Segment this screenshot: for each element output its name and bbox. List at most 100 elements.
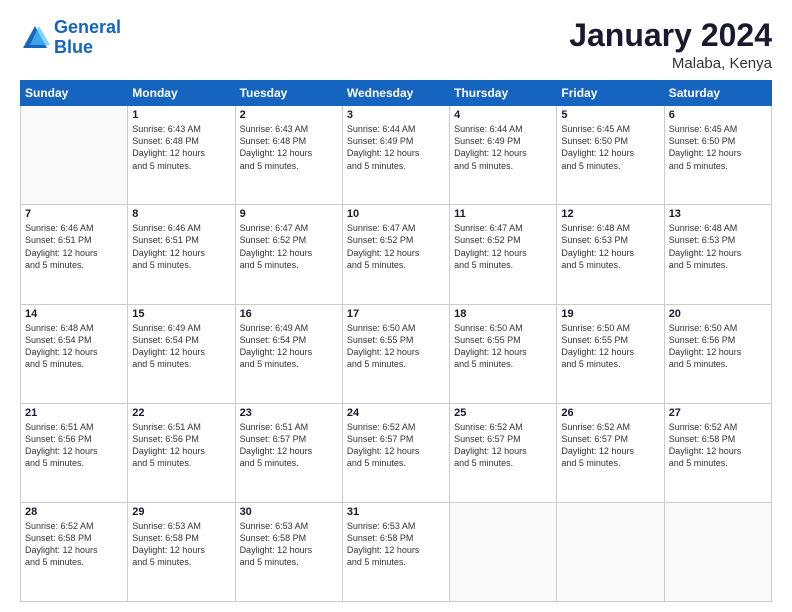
day-info: Sunrise: 6:46 AM Sunset: 6:51 PM Dayligh… [132,222,230,271]
table-row: 9 Sunrise: 6:47 AM Sunset: 6:52 PM Daylig… [235,205,342,304]
table-row: 21 Sunrise: 6:51 AM Sunset: 6:56 PM Dayli… [21,403,128,502]
day-number: 14 [25,308,123,320]
calendar-week-row: 28Sunrise: 6:52 AM Sunset: 6:58 PM Dayli… [21,502,772,601]
table-row: 12Sunrise: 6:48 AM Sunset: 6:53 PM Dayli… [557,205,664,304]
day-number: 23 [240,407,338,419]
day-number: 10 [347,208,445,220]
day-number: 1 [132,109,230,121]
day-info: Sunrise: 6:49 AM Sunset: 6:54 PM Dayligh… [132,322,230,371]
calendar-week-row: 1 Sunrise: 6:43 AM Sunset: 6:48 PM Daylig… [21,106,772,205]
table-row: 11 Sunrise: 6:47 AM Sunset: 6:52 PM Dayli… [450,205,557,304]
title-block: January 2024 Malaba, Kenya [569,18,772,72]
table-row: 8 Sunrise: 6:46 AM Sunset: 6:51 PM Daylig… [128,205,235,304]
day-info: Sunrise: 6:50 AM Sunset: 6:55 PM Dayligh… [561,322,659,371]
table-row: 17Sunrise: 6:50 AM Sunset: 6:55 PM Dayli… [342,304,449,403]
day-info: Sunrise: 6:51 AM Sunset: 6:56 PM Dayligh… [132,421,230,470]
day-number: 5 [561,109,659,121]
table-row [450,502,557,601]
day-info: Sunrise: 6:52 AM Sunset: 6:57 PM Dayligh… [347,421,445,470]
day-number: 8 [132,208,230,220]
day-number: 28 [25,506,123,518]
table-row: 3 Sunrise: 6:44 AM Sunset: 6:49 PM Daylig… [342,106,449,205]
calendar-table: Sunday Monday Tuesday Wednesday Thursday… [20,80,772,602]
logo-text: General Blue [54,18,121,58]
table-row: 14Sunrise: 6:48 AM Sunset: 6:54 PM Dayli… [21,304,128,403]
day-info: Sunrise: 6:44 AM Sunset: 6:49 PM Dayligh… [347,123,445,172]
day-number: 15 [132,308,230,320]
day-info: Sunrise: 6:43 AM Sunset: 6:48 PM Dayligh… [132,123,230,172]
table-row: 1 Sunrise: 6:43 AM Sunset: 6:48 PM Daylig… [128,106,235,205]
table-row: 29Sunrise: 6:53 AM Sunset: 6:58 PM Dayli… [128,502,235,601]
day-info: Sunrise: 6:52 AM Sunset: 6:58 PM Dayligh… [669,421,767,470]
day-info: Sunrise: 6:53 AM Sunset: 6:58 PM Dayligh… [347,520,445,569]
col-sunday: Sunday [21,81,128,106]
day-info: Sunrise: 6:48 AM Sunset: 6:53 PM Dayligh… [561,222,659,271]
table-row [21,106,128,205]
day-number: 2 [240,109,338,121]
day-number: 31 [347,506,445,518]
day-number: 21 [25,407,123,419]
day-number: 3 [347,109,445,121]
day-number: 22 [132,407,230,419]
calendar-week-row: 14Sunrise: 6:48 AM Sunset: 6:54 PM Dayli… [21,304,772,403]
day-number: 6 [669,109,767,121]
day-number: 26 [561,407,659,419]
col-monday: Monday [128,81,235,106]
day-number: 9 [240,208,338,220]
table-row: 15 Sunrise: 6:49 AM Sunset: 6:54 PM Dayli… [128,304,235,403]
table-row: 16 Sunrise: 6:49 AM Sunset: 6:54 PM Dayli… [235,304,342,403]
day-number: 11 [454,208,552,220]
col-friday: Friday [557,81,664,106]
day-info: Sunrise: 6:49 AM Sunset: 6:54 PM Dayligh… [240,322,338,371]
day-number: 19 [561,308,659,320]
table-row: 24 Sunrise: 6:52 AM Sunset: 6:57 PM Dayli… [342,403,449,502]
table-row: 22 Sunrise: 6:51 AM Sunset: 6:56 PM Dayli… [128,403,235,502]
table-row: 10 Sunrise: 6:47 AM Sunset: 6:52 PM Dayli… [342,205,449,304]
day-info: Sunrise: 6:47 AM Sunset: 6:52 PM Dayligh… [454,222,552,271]
table-row: 5Sunrise: 6:45 AM Sunset: 6:50 PM Daylig… [557,106,664,205]
page: General Blue January 2024 Malaba, Kenya … [0,0,792,612]
day-info: Sunrise: 6:53 AM Sunset: 6:58 PM Dayligh… [240,520,338,569]
logo-icon [20,23,50,53]
day-number: 18 [454,308,552,320]
table-row: 25 Sunrise: 6:52 AM Sunset: 6:57 PM Dayli… [450,403,557,502]
calendar-header-row: Sunday Monday Tuesday Wednesday Thursday… [21,81,772,106]
table-row: 30Sunrise: 6:53 AM Sunset: 6:58 PM Dayli… [235,502,342,601]
day-info: Sunrise: 6:46 AM Sunset: 6:51 PM Dayligh… [25,222,123,271]
calendar-week-row: 7 Sunrise: 6:46 AM Sunset: 6:51 PM Daylig… [21,205,772,304]
main-title: January 2024 [569,18,772,53]
day-number: 7 [25,208,123,220]
day-number: 27 [669,407,767,419]
table-row: 18Sunrise: 6:50 AM Sunset: 6:55 PM Dayli… [450,304,557,403]
location: Malaba, Kenya [569,55,772,72]
col-tuesday: Tuesday [235,81,342,106]
day-number: 25 [454,407,552,419]
day-info: Sunrise: 6:47 AM Sunset: 6:52 PM Dayligh… [240,222,338,271]
day-info: Sunrise: 6:48 AM Sunset: 6:53 PM Dayligh… [669,222,767,271]
day-info: Sunrise: 6:45 AM Sunset: 6:50 PM Dayligh… [669,123,767,172]
day-number: 24 [347,407,445,419]
day-number: 17 [347,308,445,320]
col-thursday: Thursday [450,81,557,106]
table-row: 28Sunrise: 6:52 AM Sunset: 6:58 PM Dayli… [21,502,128,601]
day-info: Sunrise: 6:47 AM Sunset: 6:52 PM Dayligh… [347,222,445,271]
day-number: 29 [132,506,230,518]
col-saturday: Saturday [664,81,771,106]
table-row: 6 Sunrise: 6:45 AM Sunset: 6:50 PM Daylig… [664,106,771,205]
day-info: Sunrise: 6:52 AM Sunset: 6:57 PM Dayligh… [454,421,552,470]
table-row [664,502,771,601]
day-number: 16 [240,308,338,320]
day-number: 20 [669,308,767,320]
table-row: 13Sunrise: 6:48 AM Sunset: 6:53 PM Dayli… [664,205,771,304]
table-row: 26 Sunrise: 6:52 AM Sunset: 6:57 PM Dayli… [557,403,664,502]
calendar-week-row: 21 Sunrise: 6:51 AM Sunset: 6:56 PM Dayli… [21,403,772,502]
table-row: 7 Sunrise: 6:46 AM Sunset: 6:51 PM Daylig… [21,205,128,304]
day-info: Sunrise: 6:51 AM Sunset: 6:56 PM Dayligh… [25,421,123,470]
table-row: 4Sunrise: 6:44 AM Sunset: 6:49 PM Daylig… [450,106,557,205]
table-row: 23 Sunrise: 6:51 AM Sunset: 6:57 PM Dayli… [235,403,342,502]
day-info: Sunrise: 6:51 AM Sunset: 6:57 PM Dayligh… [240,421,338,470]
table-row: 31 Sunrise: 6:53 AM Sunset: 6:58 PM Dayli… [342,502,449,601]
day-info: Sunrise: 6:44 AM Sunset: 6:49 PM Dayligh… [454,123,552,172]
day-info: Sunrise: 6:52 AM Sunset: 6:57 PM Dayligh… [561,421,659,470]
table-row: 20Sunrise: 6:50 AM Sunset: 6:56 PM Dayli… [664,304,771,403]
